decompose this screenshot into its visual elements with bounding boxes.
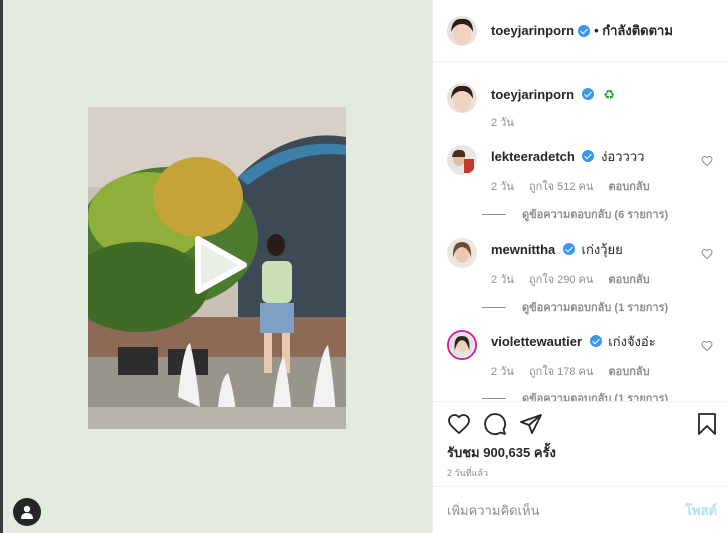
comment-age: 2 วัน <box>491 181 514 193</box>
comment-content: ง่อวววว <box>601 149 645 164</box>
verified-badge-icon <box>582 150 595 162</box>
comment-likes[interactable]: ถูกใจ 290 คน <box>529 274 593 286</box>
commenter-avatar-image <box>447 238 477 268</box>
verified-badge-icon <box>562 243 575 255</box>
comment-meta: 2 วัน ถูกใจ 512 คน ตอบกลับ <box>491 177 662 195</box>
author-username[interactable]: toeyjarinporn <box>491 23 574 38</box>
following-button[interactable]: • กำลังติดตาม <box>594 20 673 41</box>
comment-text: violettewautier เก่งจังอ่ะ <box>491 334 711 350</box>
replies-divider <box>482 306 506 308</box>
comment-username[interactable]: violettewautier <box>491 334 582 349</box>
user-icon <box>21 505 33 519</box>
paper-plane-icon[interactable] <box>519 412 543 436</box>
comment-username[interactable]: mewnittha <box>491 242 555 257</box>
author-avatar[interactable] <box>447 15 477 46</box>
comment-input[interactable] <box>447 503 686 518</box>
post-comment-button[interactable]: โพสต์ <box>685 500 717 521</box>
comment-content: เก่งวุ้ยย <box>581 242 623 257</box>
comment-like-heart-icon[interactable] <box>701 248 713 260</box>
video-player[interactable] <box>88 107 346 429</box>
reply-button[interactable]: ตอบกลับ <box>608 181 649 193</box>
bookmark-icon[interactable] <box>695 412 719 436</box>
comment-likes[interactable]: ถูกใจ 178 คน <box>529 366 593 378</box>
view-replies-button[interactable]: ดูข้อความตอบกลับ (1 รายการ) <box>482 298 668 316</box>
action-bar: รับชม 900,635 ครั้ง 2 วันที่แล้ว โพสต์ <box>433 401 728 533</box>
verified-badge-icon <box>578 24 591 37</box>
comment-like-heart-icon[interactable] <box>701 155 713 167</box>
commenter-avatar-image <box>450 333 474 357</box>
commenter-avatar[interactable] <box>447 238 477 268</box>
replies-divider <box>482 213 506 215</box>
caption-author-avatar[interactable] <box>447 83 477 113</box>
view-replies-button[interactable]: ดูข้อความตอบกลับ (6 รายการ) <box>482 205 668 223</box>
comment-text: mewnittha เก่งวุ้ยย <box>491 242 711 258</box>
add-comment-bar: โพสต์ <box>433 486 728 533</box>
author-avatar-image <box>447 15 477 46</box>
comment-username[interactable]: lekteeradetch <box>491 149 575 164</box>
verified-badge-icon <box>589 335 602 347</box>
post-sidebar: toeyjarinporn • กำลังติดตาม toeyjarinpor… <box>432 0 728 533</box>
replies-divider <box>482 397 506 399</box>
comment-likes[interactable]: ถูกใจ 512 คน <box>529 181 593 193</box>
commenter-avatar-story-ring[interactable] <box>447 330 477 360</box>
heart-icon[interactable] <box>447 412 471 436</box>
commenter-avatar-image <box>447 145 477 175</box>
recycle-emoji: ♻ <box>603 87 615 102</box>
verified-badge-icon <box>581 88 594 100</box>
post-timestamp[interactable]: 2 วันที่แล้ว <box>447 466 488 480</box>
comments-list[interactable]: toeyjarinporn ♻ 2 วัน lekteeradetch ง่อว… <box>433 63 728 401</box>
comment-icon[interactable] <box>483 412 507 436</box>
comment-age: 2 วัน <box>491 274 514 286</box>
post-header: toeyjarinporn • กำลังติดตาม <box>433 0 728 62</box>
caption-avatar-image <box>447 83 477 113</box>
caption-text: toeyjarinporn ♻ <box>491 87 711 103</box>
caption-age: 2 วัน <box>491 117 514 129</box>
account-avatar-button[interactable] <box>13 498 41 526</box>
comment-like-heart-icon[interactable] <box>701 340 713 352</box>
comment-age: 2 วัน <box>491 366 514 378</box>
reply-button[interactable]: ตอบกลับ <box>608 274 649 286</box>
comment-meta: 2 วัน ถูกใจ 290 คน ตอบกลับ <box>491 270 662 288</box>
commenter-avatar[interactable] <box>447 145 477 175</box>
play-icon[interactable] <box>192 235 248 295</box>
comment-text: lekteeradetch ง่อวววว <box>491 149 711 165</box>
view-count[interactable]: รับชม 900,635 ครั้ง <box>447 442 556 463</box>
view-replies-label: ดูข้อความตอบกลับ (6 รายการ) <box>522 209 669 221</box>
reply-button[interactable]: ตอบกลับ <box>608 366 649 378</box>
view-replies-button[interactable]: ดูข้อความตอบกลับ (1 รายการ) <box>482 389 668 401</box>
caption-meta: 2 วัน <box>491 113 526 131</box>
view-replies-label: ดูข้อความตอบกลับ (1 รายการ) <box>522 393 669 401</box>
caption-username[interactable]: toeyjarinporn <box>491 87 574 102</box>
comment-content: เก่งจังอ่ะ <box>608 334 656 349</box>
comment-meta: 2 วัน ถูกใจ 178 คน ตอบกลับ <box>491 362 662 380</box>
media-pane <box>3 0 432 533</box>
view-replies-label: ดูข้อความตอบกลับ (1 รายการ) <box>522 302 669 314</box>
